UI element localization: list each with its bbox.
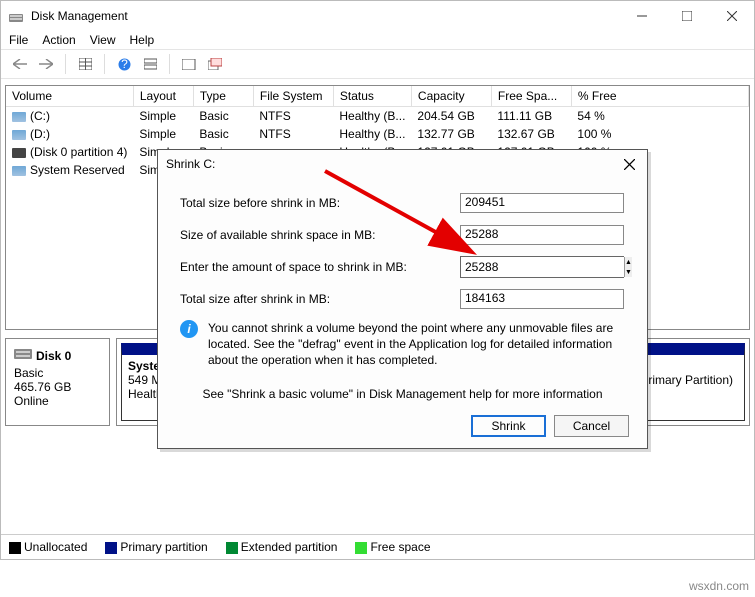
col-type[interactable]: Type: [193, 86, 253, 107]
value-total-after: 184163: [460, 289, 624, 309]
value-available-shrink: 25288: [460, 225, 624, 245]
svg-text:?: ?: [121, 58, 128, 71]
col-capacity[interactable]: Capacity: [411, 86, 491, 107]
legend-swatch-primary: [105, 542, 117, 554]
shrink-amount-input[interactable]: [461, 257, 624, 277]
label-total-before: Total size before shrink in MB:: [180, 196, 460, 210]
watermark: wsxdn.com: [689, 579, 749, 593]
drive-icon: [12, 112, 26, 122]
menu-action[interactable]: Action: [42, 33, 75, 47]
toolbar: ?: [1, 49, 754, 79]
dialog-close-button[interactable]: [619, 156, 639, 172]
action-icon[interactable]: [178, 53, 200, 75]
info-icon: i: [180, 320, 198, 338]
dialog-title: Shrink C:: [166, 157, 619, 171]
minimize-button[interactable]: [619, 1, 664, 31]
menu-file[interactable]: File: [9, 33, 28, 47]
col-filesystem[interactable]: File System: [253, 86, 333, 107]
window-title: Disk Management: [31, 9, 619, 23]
disk-info-pane[interactable]: Disk 0 Basic 465.76 GB Online: [5, 338, 110, 426]
label-available-shrink: Size of available shrink space in MB:: [180, 228, 460, 242]
spinner-up-icon[interactable]: ▲: [625, 257, 632, 267]
value-total-before: 209451: [460, 193, 624, 213]
shrink-button[interactable]: Shrink: [471, 415, 546, 437]
disk-size: 465.76 GB: [14, 380, 101, 394]
label-enter-shrink: Enter the amount of space to shrink in M…: [180, 260, 460, 274]
help-icon[interactable]: ?: [113, 53, 135, 75]
title-bar: Disk Management: [1, 1, 754, 31]
close-button[interactable]: [709, 1, 754, 31]
shrink-dialog: Shrink C: Total size before shrink in MB…: [157, 149, 648, 449]
info-text: You cannot shrink a volume beyond the po…: [208, 320, 625, 369]
table-row[interactable]: (D:)SimpleBasicNTFSHealthy (B...132.77 G…: [6, 125, 749, 143]
drive-icon: [12, 166, 26, 176]
col-volume[interactable]: Volume: [6, 86, 133, 107]
menu-view[interactable]: View: [90, 33, 116, 47]
legend: Unallocated Primary partition Extended p…: [1, 534, 754, 559]
table-row[interactable]: (C:)SimpleBasicNTFSHealthy (B...204.54 G…: [6, 107, 749, 126]
col-freespace[interactable]: Free Spa...: [491, 86, 571, 107]
col-layout[interactable]: Layout: [133, 86, 193, 107]
shrink-amount-spinner[interactable]: ▲ ▼: [460, 256, 624, 278]
app-icon: [8, 8, 24, 24]
label-total-after: Total size after shrink in MB:: [180, 292, 460, 306]
grid-icon[interactable]: [74, 53, 96, 75]
disk-icon: [14, 347, 32, 364]
menu-help[interactable]: Help: [130, 33, 155, 47]
spinner-down-icon[interactable]: ▼: [625, 267, 632, 277]
forward-button-icon[interactable]: [35, 53, 57, 75]
legend-swatch-unallocated: [9, 542, 21, 554]
drive-icon: [12, 148, 26, 158]
help-text: See "Shrink a basic volume" in Disk Mana…: [180, 387, 625, 401]
back-button-icon[interactable]: [9, 53, 31, 75]
table-header-row: Volume Layout Type File System Status Ca…: [6, 86, 749, 107]
disk-type: Basic: [14, 366, 101, 380]
refresh-icon[interactable]: [139, 53, 161, 75]
cancel-button[interactable]: Cancel: [554, 415, 629, 437]
properties-icon[interactable]: [204, 53, 226, 75]
drive-icon: [12, 130, 26, 140]
menu-bar: File Action View Help: [1, 31, 754, 49]
disk-status: Online: [14, 394, 101, 408]
maximize-button[interactable]: [664, 1, 709, 31]
legend-swatch-free: [355, 542, 367, 554]
col-status[interactable]: Status: [333, 86, 411, 107]
disk-name: Disk 0: [36, 349, 71, 363]
dialog-titlebar: Shrink C:: [158, 150, 647, 178]
legend-swatch-extended: [226, 542, 238, 554]
col-pctfree[interactable]: % Free: [571, 86, 748, 107]
